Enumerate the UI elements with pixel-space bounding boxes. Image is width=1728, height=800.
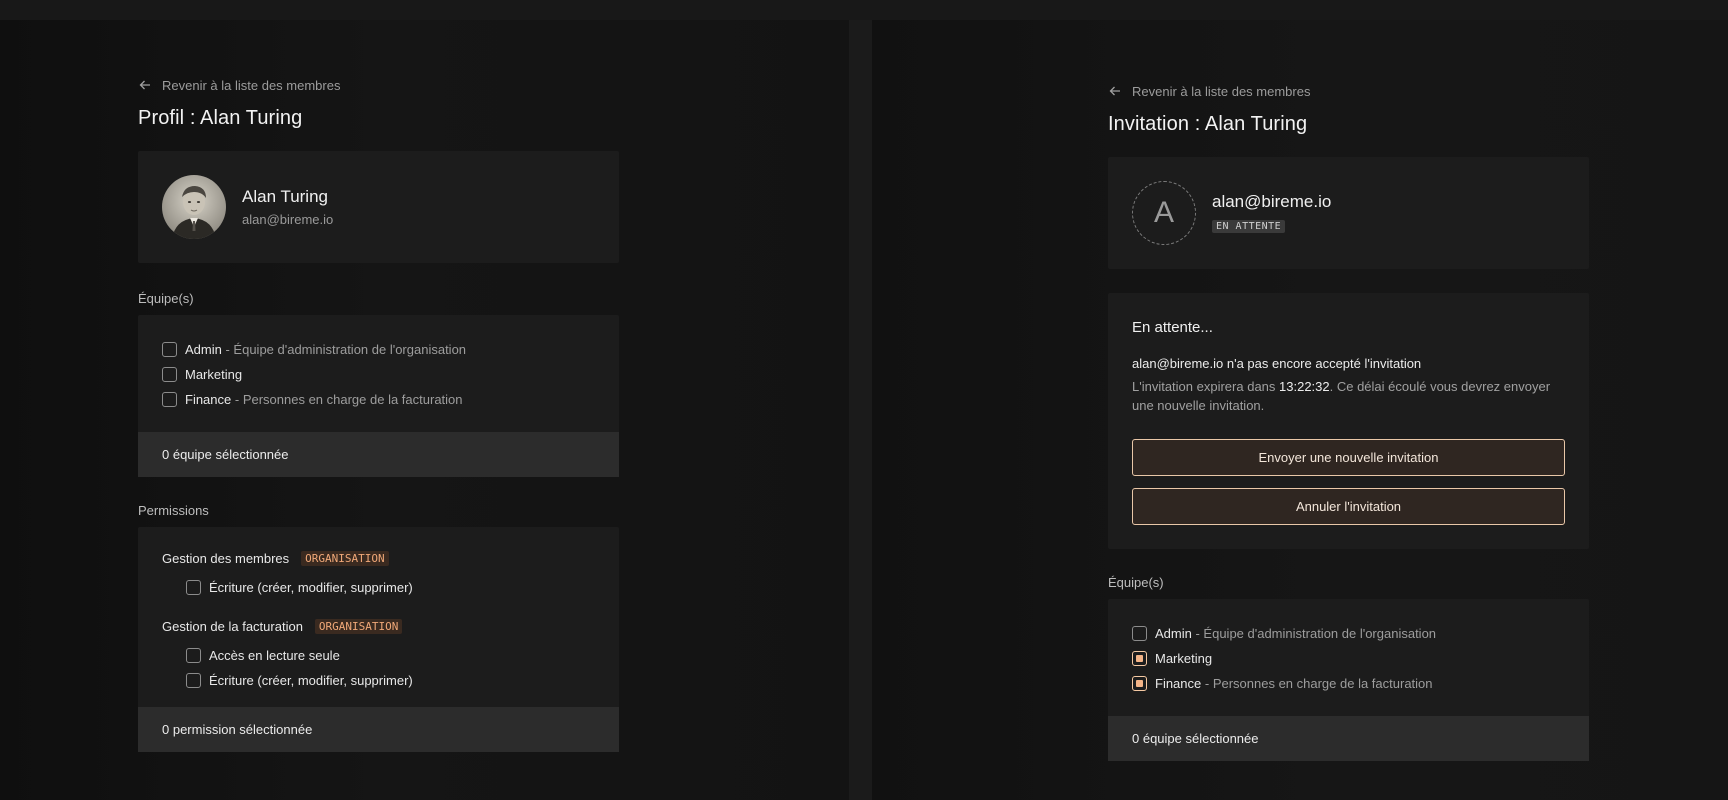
avatar	[162, 175, 226, 239]
permission-option-write[interactable]: Écriture (créer, modifier, supprimer)	[186, 575, 595, 600]
arrow-left-icon	[1109, 86, 1120, 96]
team-description: Équipe d'administration de l'organisatio…	[233, 342, 467, 357]
teams-card: Admin - Équipe d'administration de l'org…	[1108, 599, 1589, 761]
team-name: Finance	[1155, 676, 1202, 691]
team-option-finance[interactable]: Finance - Personnes en charge de la fact…	[162, 387, 595, 412]
resend-invitation-button[interactable]: Envoyer une nouvelle invitation	[1132, 439, 1565, 476]
permission-label: Écriture (créer, modifier, supprimer)	[209, 673, 413, 688]
profile-name: Alan Turing	[242, 187, 328, 206]
arrow-left-icon	[139, 80, 150, 90]
invitee-email: alan@bireme.io	[1212, 192, 1332, 211]
checkbox-icon[interactable]	[1132, 626, 1147, 641]
teams-card: Admin - Équipe d'administration de l'org…	[138, 315, 619, 477]
team-name: Finance	[185, 392, 232, 407]
permission-label: Accès en lecture seule	[209, 648, 340, 663]
pending-invitation-card: En attente... alan@bireme.io n'a pas enc…	[1108, 293, 1589, 549]
expiry-countdown: 13:22:32	[1279, 379, 1330, 394]
pending-message: alan@bireme.io n'a pas encore accepté l'…	[1132, 356, 1422, 371]
cancel-invitation-button[interactable]: Annuler l'invitation	[1132, 488, 1565, 525]
checkbox-checked-icon[interactable]	[1132, 651, 1147, 666]
team-separator: -	[1191, 626, 1204, 641]
invitation-pane: Revenir à la liste des membres Invitatio…	[872, 20, 1728, 800]
permissions-selected-count: 0 permission sélectionnée	[138, 707, 619, 752]
team-name: Marketing	[185, 367, 243, 382]
status-badge: EN ATTENTE	[1212, 220, 1286, 233]
profile-column: Revenir à la liste des membres Profil : …	[138, 76, 619, 752]
checkbox-icon[interactable]	[162, 392, 177, 407]
team-description: Personnes en charge de la facturation	[242, 392, 463, 407]
permission-group-billing: Gestion de la facturation ORGANISATION A…	[162, 617, 595, 693]
team-separator: -	[231, 392, 243, 407]
teams-section-label: Équipe(s)	[1108, 575, 1164, 590]
checkbox-icon[interactable]	[186, 580, 201, 595]
team-separator: -	[1201, 676, 1213, 691]
permission-option-write[interactable]: Écriture (créer, modifier, supprimer)	[186, 668, 595, 693]
team-name: Admin	[1155, 626, 1192, 641]
window-top-strip	[0, 0, 1728, 20]
profile-pane: Revenir à la liste des membres Profil : …	[0, 20, 849, 800]
teams-selected-count: 0 équipe sélectionnée	[1108, 716, 1589, 761]
expiry-message: L'invitation expirera dans 13:22:32. Ce …	[1132, 377, 1565, 415]
team-name: Marketing	[1155, 651, 1213, 666]
back-link-label: Revenir à la liste des membres	[1132, 83, 1311, 99]
team-option-finance[interactable]: Finance - Personnes en charge de la fact…	[1132, 671, 1565, 696]
page-title: Invitation : Alan Turing	[1108, 113, 1308, 135]
team-option-admin[interactable]: Admin - Équipe d'administration de l'org…	[1132, 621, 1565, 646]
profile-card: Alan Turing alan@bireme.io	[138, 151, 619, 263]
expiry-text-before: L'invitation expirera dans	[1132, 379, 1280, 394]
back-link[interactable]: Revenir à la liste des membres	[138, 76, 619, 94]
permission-label: Écriture (créer, modifier, supprimer)	[209, 580, 413, 595]
permissions-card: Gestion des membres ORGANISATION Écritur…	[138, 527, 619, 752]
permission-option-read-only[interactable]: Accès en lecture seule	[186, 643, 595, 668]
invitee-card: A alan@bireme.io EN ATTENTE	[1108, 157, 1589, 269]
permission-group-title: Gestion des membres	[162, 550, 290, 566]
team-separator: -	[221, 342, 234, 357]
avatar-placeholder: A	[1132, 181, 1196, 245]
team-description: Personnes en charge de la facturation	[1212, 676, 1433, 691]
scope-badge: ORGANISATION	[301, 550, 389, 566]
team-description: Équipe d'administration de l'organisatio…	[1203, 626, 1437, 641]
invitation-column: Revenir à la liste des membres Invitatio…	[1108, 82, 1589, 761]
permission-group-title: Gestion de la facturation	[162, 618, 303, 634]
team-option-admin[interactable]: Admin - Équipe d'administration de l'org…	[162, 337, 595, 362]
checkbox-icon[interactable]	[162, 342, 177, 357]
checkbox-icon[interactable]	[186, 673, 201, 688]
pane-divider	[849, 20, 872, 800]
pending-title: En attente...	[1132, 319, 1213, 336]
permission-group-members: Gestion des membres ORGANISATION Écritur…	[162, 549, 595, 600]
profile-email: alan@bireme.io	[242, 212, 334, 227]
back-link-label: Revenir à la liste des membres	[162, 77, 341, 93]
back-link[interactable]: Revenir à la liste des membres	[1108, 82, 1589, 100]
checkbox-icon[interactable]	[186, 648, 201, 663]
permissions-section-label: Permissions	[138, 503, 209, 518]
checkbox-icon[interactable]	[162, 367, 177, 382]
teams-section-label: Équipe(s)	[138, 291, 194, 306]
teams-selected-count: 0 équipe sélectionnée	[138, 432, 619, 477]
page-title: Profil : Alan Turing	[138, 107, 303, 129]
scope-badge: ORGANISATION	[314, 618, 403, 634]
team-option-marketing[interactable]: Marketing	[1132, 646, 1565, 671]
team-name: Admin	[185, 342, 222, 357]
checkbox-checked-icon[interactable]	[1132, 676, 1147, 691]
team-option-marketing[interactable]: Marketing	[162, 362, 595, 387]
